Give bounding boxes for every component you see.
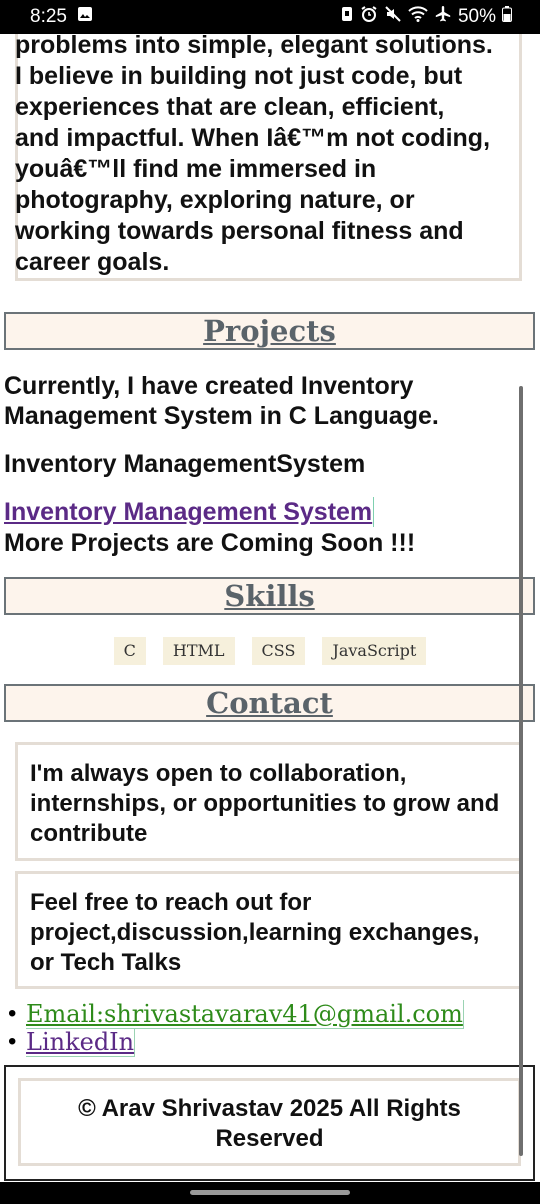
skill-tag: CSS	[251, 637, 306, 665]
mute-icon	[384, 5, 402, 29]
status-bar: 8:25 50%	[0, 0, 540, 34]
footer-text: © Arav Shrivastav 2025 All Rights Reserv…	[18, 1078, 521, 1166]
projects-heading: Projects	[4, 312, 535, 350]
battery-percent: 50%	[457, 6, 496, 27]
footer: © Arav Shrivastav 2025 All Rights Reserv…	[4, 1065, 535, 1181]
image-icon	[77, 6, 93, 28]
skill-tag: C	[113, 637, 146, 665]
contact-links: Email:shrivastavarav41@gmail.com LinkedI…	[8, 1000, 464, 1057]
skill-tag: HTML	[162, 637, 235, 665]
page-content: problems into simple, elegant solutions.…	[0, 34, 540, 1182]
list-item: Email:shrivastavarav41@gmail.com	[8, 1000, 464, 1029]
contact-message-1: I'm always open to collaboration, intern…	[15, 742, 522, 861]
skills-heading: Skills	[4, 577, 535, 615]
battery-icon	[502, 6, 512, 28]
project-link[interactable]: Inventory Management System	[4, 497, 375, 527]
projects-intro: Currently, I have created Inventory Mana…	[4, 372, 439, 430]
skills-list: C HTML CSS JavaScript	[0, 637, 540, 665]
alarm-icon	[360, 5, 378, 29]
project-title: Inventory ManagementSystem	[4, 450, 366, 478]
contact-message-2: Feel free to reach out for project,discu…	[15, 871, 522, 989]
about-text: problems into simple, elegant solutions.…	[15, 34, 493, 276]
contact-heading: Contact	[4, 684, 535, 722]
more-projects-text: More Projects are Coming Soon !!!	[4, 529, 416, 557]
navigation-bar	[0, 1182, 540, 1204]
screenshot-icon	[340, 6, 354, 28]
wifi-icon	[408, 6, 428, 28]
skill-tag: JavaScript	[322, 637, 427, 665]
home-gesture-handle[interactable]	[190, 1190, 350, 1195]
airplane-icon	[434, 5, 452, 29]
linkedin-link[interactable]: LinkedIn	[26, 1028, 136, 1057]
scrollbar[interactable]	[519, 386, 523, 1156]
list-item: LinkedIn	[8, 1028, 464, 1057]
email-link[interactable]: Email:shrivastavarav41@gmail.com	[26, 1000, 464, 1029]
clock: 8:25	[30, 6, 67, 27]
